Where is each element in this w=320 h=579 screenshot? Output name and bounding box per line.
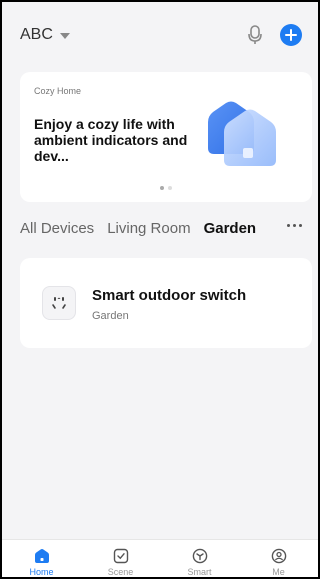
nav-scene-label: Scene: [107, 567, 134, 577]
carousel-indicator: [20, 186, 312, 190]
banner-title: Enjoy a cozy life with ambient indicator…: [34, 116, 188, 164]
home-name: ABC: [20, 26, 53, 43]
device-room: Garden: [92, 310, 129, 322]
nav-me[interactable]: Me: [239, 540, 318, 577]
header-actions: [248, 24, 302, 46]
microphone-icon[interactable]: [248, 25, 262, 45]
carousel-dot-active: [160, 186, 164, 190]
room-tabs: All Devices Living Room Garden: [2, 216, 318, 240]
home-icon: [34, 548, 49, 563]
nav-home-label: Home: [29, 567, 54, 577]
promo-banner[interactable]: Cozy Home Enjoy a cozy life with ambient…: [20, 72, 312, 202]
device-name: Smart outdoor switch: [92, 287, 247, 304]
bottom-navigation: Home Scene Smart Me: [2, 539, 318, 577]
plus-icon: [285, 29, 297, 41]
scene-icon: [113, 548, 128, 564]
nav-me-label: Me: [272, 567, 285, 577]
smart-icon: [192, 548, 207, 564]
top-bar: ABC: [2, 2, 318, 68]
device-card[interactable]: Smart outdoor switch Garden: [20, 258, 312, 348]
add-device-button[interactable]: [280, 24, 302, 46]
outdoor-socket-icon: [42, 286, 76, 320]
tab-living-room[interactable]: Living Room: [107, 220, 190, 237]
tab-garden[interactable]: Garden: [204, 220, 257, 237]
nav-home[interactable]: Home: [2, 540, 81, 577]
tab-all-devices[interactable]: All Devices: [20, 220, 94, 237]
nav-smart[interactable]: Smart: [160, 540, 239, 577]
carousel-dot: [168, 186, 172, 190]
nav-scene[interactable]: Scene: [81, 540, 160, 577]
app-screen: ABC Cozy Home Enjoy a cozy life with amb…: [0, 0, 320, 579]
home-selector[interactable]: ABC: [20, 26, 70, 44]
banner-eyebrow: Cozy Home: [34, 86, 82, 96]
nav-smart-label: Smart: [187, 567, 212, 577]
house-illustration-icon: [204, 100, 284, 175]
more-options-icon[interactable]: [287, 224, 302, 227]
profile-icon: [271, 548, 286, 564]
chevron-down-icon: [59, 32, 70, 39]
